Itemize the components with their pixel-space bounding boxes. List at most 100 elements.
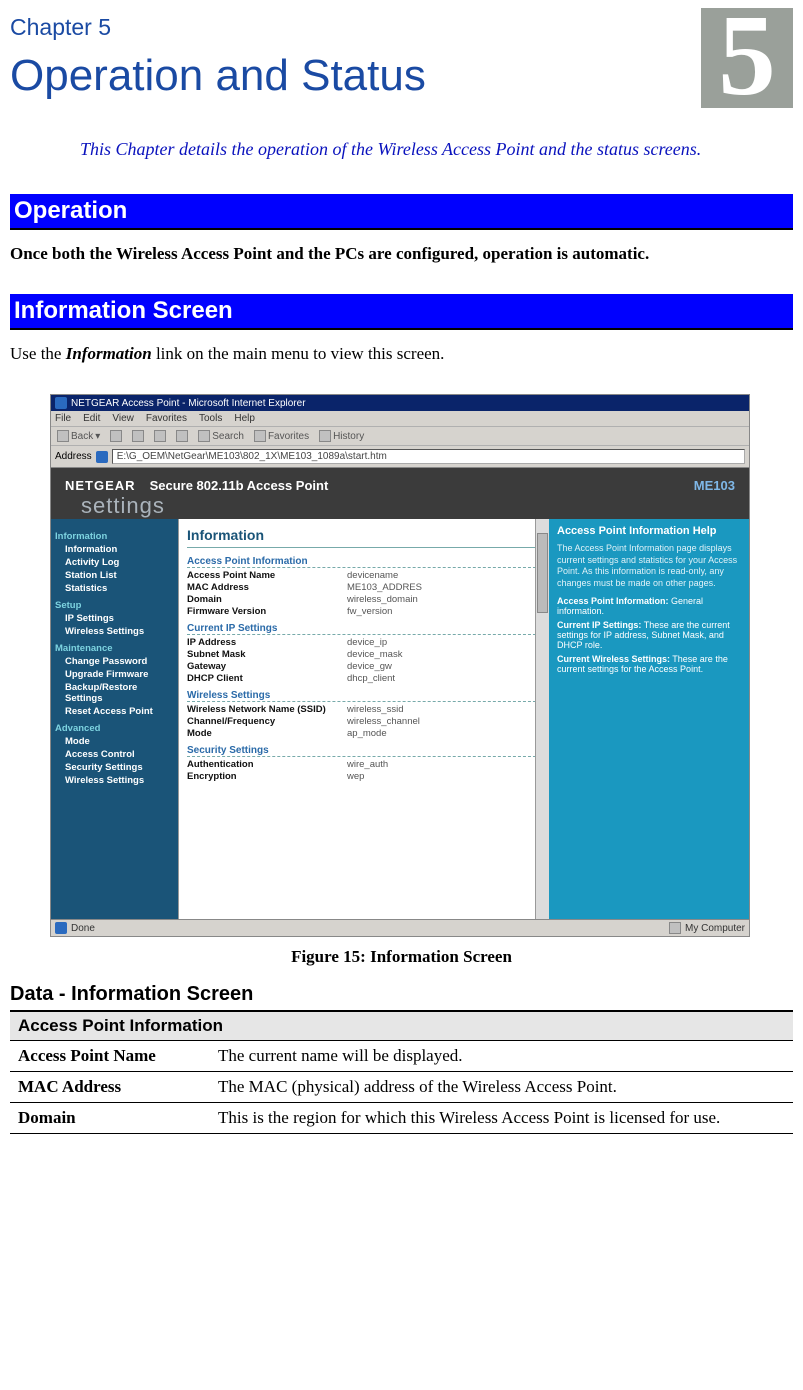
row-gw: Gatewaydevice_gw (187, 661, 541, 672)
nav-mode[interactable]: Mode (65, 736, 174, 747)
row-mode: Modeap_mode (187, 728, 541, 739)
chapter-number-badge: 5 (701, 8, 793, 108)
table-row: Access Point Name The current name will … (10, 1041, 793, 1072)
grp-1-label: Current IP Settings (187, 623, 541, 635)
nav-ip-settings[interactable]: IP Settings (65, 613, 174, 624)
row-auth: Authenticationwire_auth (187, 759, 541, 770)
history-icon (319, 430, 331, 442)
row-domain: Domainwireless_domain (187, 594, 541, 605)
scr-status-bar: Done My Computer (51, 919, 749, 936)
nav-upgrade-firmware[interactable]: Upgrade Firmware (65, 669, 174, 680)
grp-2-label: Wireless Settings (187, 690, 541, 702)
menu-view[interactable]: View (112, 413, 134, 424)
nav-change-password[interactable]: Change Password (65, 656, 174, 667)
figure-caption: Figure 15: Information Screen (10, 947, 793, 967)
done-icon (55, 922, 67, 934)
menu-favorites[interactable]: Favorites (146, 413, 187, 424)
banner-settings: settings (51, 493, 749, 519)
scr-help-panel: Access Point Information Help The Access… (549, 519, 749, 919)
embedded-screenshot: NETGEAR Access Point - Microsoft Interne… (50, 394, 750, 937)
menu-file[interactable]: File (55, 413, 71, 424)
banner-title: Secure 802.11b Access Point (150, 478, 329, 493)
help-item-1: Current IP Settings: These are the curre… (557, 620, 741, 650)
brand-logo: NETGEAR (65, 478, 136, 493)
tb-back[interactable]: Back ▾ (57, 430, 100, 442)
info-body-post: link on the main menu to view this scree… (152, 344, 445, 363)
tb-search[interactable]: Search (198, 430, 244, 442)
addr-label: Address (55, 451, 92, 462)
stop-icon[interactable] (132, 430, 144, 442)
info-body-pre: Use the (10, 344, 66, 363)
nav-security-settings[interactable]: Security Settings (65, 762, 174, 773)
nav-grp-3: Advanced (55, 723, 174, 734)
row-mac: MAC AddressME103_ADDRES (187, 582, 541, 593)
chapter-intro: This Chapter details the operation of th… (80, 139, 740, 160)
menu-tools[interactable]: Tools (199, 413, 222, 424)
info-body-link: Information (66, 344, 152, 363)
scrollbar-thumb[interactable] (537, 533, 548, 613)
help-item-0: Access Point Information: General inform… (557, 596, 741, 616)
table-row: MAC Address The MAC (physical) address o… (10, 1072, 793, 1103)
menu-help[interactable]: Help (234, 413, 255, 424)
nav-grp-1: Setup (55, 600, 174, 611)
grp-3-label: Security Settings (187, 745, 541, 757)
tb-favorites[interactable]: Favorites (254, 430, 309, 442)
nav-wireless-settings[interactable]: Wireless Settings (65, 626, 174, 637)
row-val-1: The MAC (physical) address of the Wirele… (210, 1072, 793, 1103)
nav-statistics[interactable]: Statistics (65, 583, 174, 594)
scr-window-title: NETGEAR Access Point - Microsoft Interne… (71, 398, 306, 409)
nav-access-control[interactable]: Access Control (65, 749, 174, 760)
row-channel: Channel/Frequencywireless_channel (187, 716, 541, 727)
scr-toolbar: Back ▾ Search Favorites History (51, 427, 749, 446)
chapter-label: Chapter 5 (10, 14, 793, 41)
row-val-0: The current name will be displayed. (210, 1041, 793, 1072)
row-key-1: MAC Address (10, 1072, 210, 1103)
help-title: Access Point Information Help (557, 525, 741, 537)
row-ap-name: Access Point Namedevicename (187, 570, 541, 581)
tb-history[interactable]: History (319, 430, 364, 442)
row-mask: Subnet Maskdevice_mask (187, 649, 541, 660)
address-input[interactable]: E:\G_OEM\NetGear\ME103\802_1X\ME103_1089… (112, 449, 745, 464)
scr-banner: NETGEAR Secure 802.11b Access Point ME10… (51, 468, 749, 493)
ie-icon (55, 397, 67, 409)
nav-station-list[interactable]: Station List (65, 570, 174, 581)
favorites-icon (254, 430, 266, 442)
refresh-icon[interactable] (154, 430, 166, 442)
scr-address-bar: Address E:\G_OEM\NetGear\ME103\802_1X\ME… (51, 446, 749, 468)
section-heading-operation: Operation (10, 194, 793, 230)
row-fw: Firmware Versionfw_version (187, 606, 541, 617)
data-table-heading: Data - Information Screen (10, 983, 793, 1006)
nav-grp-0: Information (55, 531, 174, 542)
grp-0-label: Access Point Information (187, 556, 541, 568)
scr-body: Information Information Activity Log Sta… (51, 519, 749, 919)
menu-edit[interactable]: Edit (83, 413, 100, 424)
data-table-title: Access Point Information (10, 1011, 793, 1041)
scr-main-panel: Information Access Point Information Acc… (179, 519, 549, 919)
status-zone: My Computer (685, 923, 745, 934)
forward-icon[interactable] (110, 430, 122, 442)
nav-wireless-settings-adv[interactable]: Wireless Settings (65, 775, 174, 786)
home-icon[interactable] (176, 430, 188, 442)
data-table: Access Point Information Access Point Na… (10, 1010, 793, 1134)
panel-title: Information (187, 527, 541, 548)
row-ip: IP Addressdevice_ip (187, 637, 541, 648)
chapter-title: Operation and Status (10, 51, 793, 101)
nav-information[interactable]: Information (65, 544, 174, 555)
row-dhcp: DHCP Clientdhcp_client (187, 673, 541, 684)
scr-titlebar: NETGEAR Access Point - Microsoft Interne… (51, 395, 749, 411)
nav-activity-log[interactable]: Activity Log (65, 557, 174, 568)
search-icon (198, 430, 210, 442)
table-row: Domain This is the region for which this… (10, 1103, 793, 1134)
status-done: Done (71, 923, 95, 934)
scr-menubar: File Edit View Favorites Tools Help (51, 411, 749, 427)
nav-backup-restore[interactable]: Backup/Restore Settings (65, 682, 174, 704)
help-intro: The Access Point Information page displa… (557, 543, 741, 590)
nav-reset-ap[interactable]: Reset Access Point (65, 706, 174, 717)
main-scrollbar[interactable] (535, 519, 549, 919)
section-heading-information: Information Screen (10, 294, 793, 330)
operation-body: Once both the Wireless Access Point and … (10, 244, 793, 264)
nav-grp-2: Maintenance (55, 643, 174, 654)
row-key-2: Domain (10, 1103, 210, 1134)
settings-text: settings (81, 493, 165, 518)
computer-icon (669, 922, 681, 934)
